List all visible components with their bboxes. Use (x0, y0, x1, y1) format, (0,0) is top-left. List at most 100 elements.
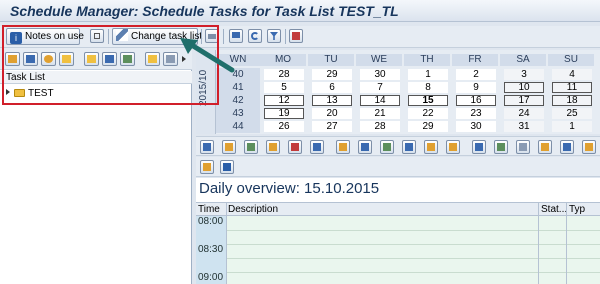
calendar-day[interactable]: 29 (312, 69, 352, 80)
notes-on-use-label: Notes on use (25, 31, 84, 42)
move-icon[interactable] (145, 52, 160, 66)
refresh-icon[interactable] (248, 29, 262, 43)
filter-icon[interactable] (402, 140, 416, 154)
chart-icon[interactable] (200, 160, 214, 174)
copy-icon[interactable] (84, 52, 99, 66)
calendar-day[interactable]: 28 (264, 69, 304, 80)
export-icon[interactable] (494, 140, 508, 154)
calendar-day[interactable]: 12 (264, 95, 304, 106)
calendar-day[interactable]: 7 (360, 82, 400, 93)
annotation-arrow-icon (180, 38, 235, 73)
calendar-day[interactable]: 15 (408, 95, 448, 106)
calendar-day[interactable]: 24 (504, 108, 544, 119)
schedule-body[interactable] (226, 216, 600, 284)
print-icon[interactable] (472, 140, 486, 154)
delete-icon[interactable] (288, 140, 302, 154)
list-icon[interactable] (90, 29, 104, 43)
expand-arrow-icon[interactable] (6, 89, 10, 95)
calendar-day[interactable]: 18 (552, 95, 592, 106)
calendar-day[interactable]: 21 (360, 108, 400, 119)
calendar-day[interactable]: 20 (312, 108, 352, 119)
status-column-header: Stat... (541, 204, 568, 215)
day-header-we: WE (356, 54, 402, 66)
calendar-day[interactable]: 28 (360, 121, 400, 132)
check-icon[interactable] (266, 140, 280, 154)
toolbar-separator (285, 29, 286, 44)
calendar-day[interactable]: 30 (360, 69, 400, 80)
calendar-day[interactable]: 31 (504, 121, 544, 132)
calendar-day[interactable]: 9 (456, 82, 496, 93)
calendar-day[interactable]: 19 (264, 108, 304, 119)
delete-icon[interactable] (289, 29, 303, 43)
calendar-day[interactable]: 13 (312, 95, 352, 106)
column-divider (566, 202, 567, 284)
calendar-day[interactable]: 6 (312, 82, 352, 93)
time-slot-label: 08:00 (198, 216, 224, 227)
slot-divider (226, 230, 600, 231)
year-month-label: 2015/10 (198, 69, 209, 106)
info-icon: i (10, 32, 22, 44)
week-number[interactable]: 41 (216, 81, 260, 94)
calendar-day[interactable]: 23 (456, 108, 496, 119)
calendar-day[interactable]: 4 (552, 69, 592, 80)
folder-icon (14, 89, 25, 97)
daily-overview: Daily overview: 15.10.2015 Time Descript… (196, 178, 600, 284)
day-header-tu: TU (308, 54, 354, 66)
calendar-day[interactable]: 17 (504, 95, 544, 106)
calendar-day[interactable]: 26 (264, 121, 304, 132)
week-number[interactable]: 44 (216, 120, 260, 133)
refresh-icon[interactable] (222, 140, 236, 154)
info-icon[interactable] (220, 160, 234, 174)
calendar-day[interactable]: 25 (552, 108, 592, 119)
calendar-day[interactable]: 10 (504, 82, 544, 93)
calendar-day[interactable]: 11 (552, 82, 592, 93)
calendar-day[interactable]: 16 (456, 95, 496, 106)
calendar-day[interactable]: 3 (504, 69, 544, 80)
calendar-day[interactable]: 8 (408, 82, 448, 93)
notes-on-use-button[interactable]: i Notes on use (6, 28, 84, 45)
binoculars-icon[interactable] (358, 140, 372, 154)
tree-item[interactable]: TEST (6, 87, 54, 100)
copy-icon[interactable] (310, 140, 324, 154)
find-icon[interactable] (41, 52, 56, 66)
calendar-day[interactable]: 14 (360, 95, 400, 106)
time-slot-label: 09:00 (198, 272, 224, 283)
sort-asc-icon[interactable] (380, 140, 394, 154)
title-bar: Schedule Manager: Schedule Tasks for Tas… (0, 0, 600, 22)
sum-icon[interactable] (424, 140, 438, 154)
view-icon[interactable] (516, 140, 530, 154)
monitor-icon[interactable] (200, 140, 214, 154)
week-number[interactable]: 43 (216, 107, 260, 120)
schedule-toolbar (196, 136, 600, 156)
calendar-day[interactable]: 1 (408, 69, 448, 80)
expand-all-icon[interactable] (5, 52, 20, 66)
tree-item-label: TEST (28, 88, 54, 99)
calendar-day[interactable]: 30 (456, 121, 496, 132)
edit-icon[interactable] (120, 52, 135, 66)
window-title: Schedule Manager: Schedule Tasks for Tas… (10, 3, 399, 19)
main-toolbar: i Notes on use Change task list (0, 26, 600, 48)
columns-icon[interactable] (582, 140, 596, 154)
subtotal-icon[interactable] (446, 140, 460, 154)
week-number[interactable]: 42 (216, 94, 260, 107)
task-list-toolbar (0, 48, 192, 70)
calendar-day[interactable]: 22 (408, 108, 448, 119)
calendar-day[interactable]: 2 (456, 69, 496, 80)
filter-icon[interactable] (267, 29, 281, 43)
calendar-day[interactable]: 29 (408, 121, 448, 132)
day-header-sa: SA (500, 54, 546, 66)
find-icon[interactable] (336, 140, 350, 154)
calendar-day[interactable]: 27 (312, 121, 352, 132)
calendar-day[interactable]: 5 (264, 82, 304, 93)
column-divider (538, 202, 539, 284)
collapse-all-icon[interactable] (23, 52, 38, 66)
tree-header: Task List (0, 71, 192, 84)
calendar-day[interactable]: 1 (552, 121, 592, 132)
layout-icon[interactable] (538, 140, 552, 154)
settings-icon[interactable] (560, 140, 574, 154)
time-column-header: Time (198, 204, 220, 215)
folder-icon[interactable] (59, 52, 74, 66)
details-icon[interactable] (102, 52, 117, 66)
type-column-header: Typ (569, 204, 586, 215)
flag-icon[interactable] (244, 140, 258, 154)
